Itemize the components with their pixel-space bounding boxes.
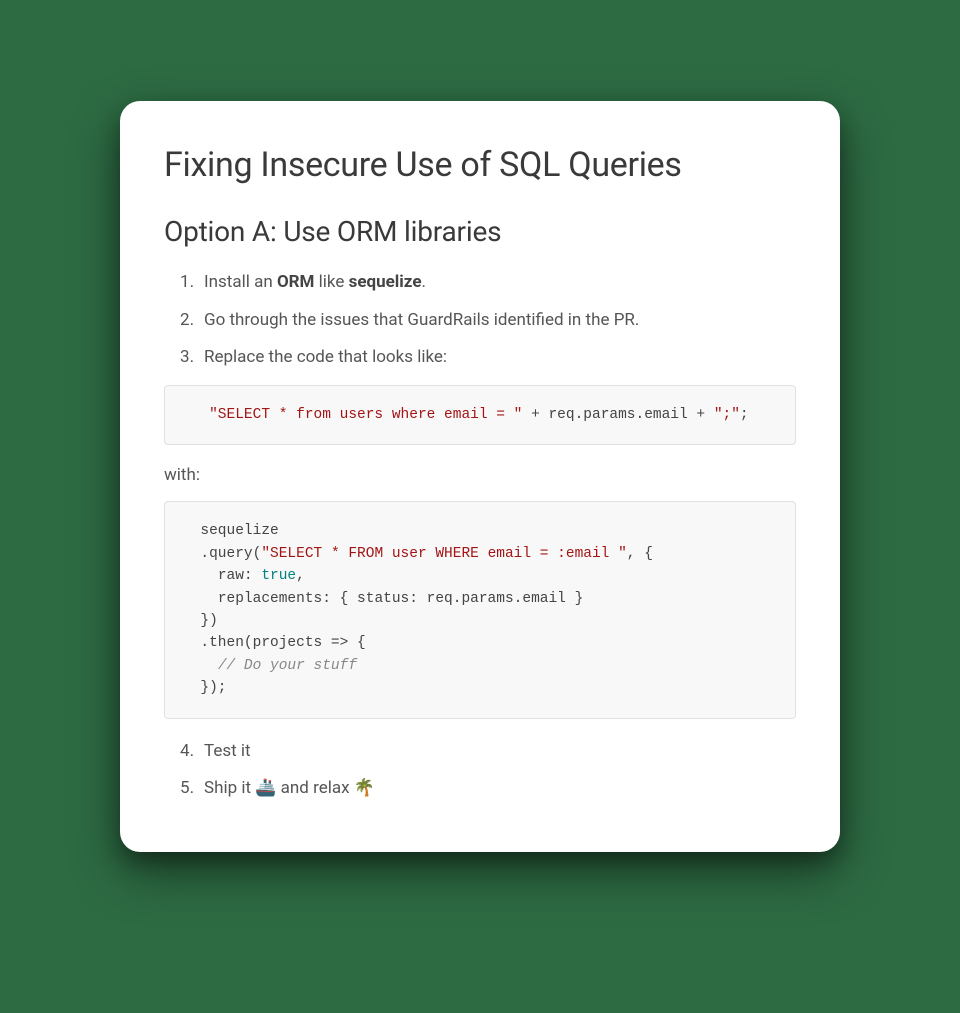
step-5: Ship it 🚢 and relax 🌴 (204, 776, 796, 802)
document-card: Fixing Insecure Use of SQL Queries Optio… (120, 101, 840, 852)
step-2: Go through the issues that GuardRails id… (204, 308, 796, 334)
steps-list-part2: Test it Ship it 🚢 and relax 🌴 (204, 739, 796, 802)
steps-list-part1: Install an ORM like sequelize. Go throug… (204, 270, 796, 371)
step-4: Test it (204, 739, 796, 765)
palm-tree-icon: 🌴 (354, 778, 375, 798)
step-3: Replace the code that looks like: (204, 345, 796, 371)
code-block-after: sequelize .query("SELECT * FROM user WHE… (164, 501, 796, 719)
page-title: Fixing Insecure Use of SQL Queries (164, 145, 796, 185)
code-block-before: "SELECT * from users where email = " + r… (164, 385, 796, 445)
ship-icon: 🚢 (255, 778, 276, 798)
with-label: with: (164, 465, 796, 485)
step-1: Install an ORM like sequelize. (204, 270, 796, 296)
section-heading: Option A: Use ORM libraries (164, 215, 796, 248)
